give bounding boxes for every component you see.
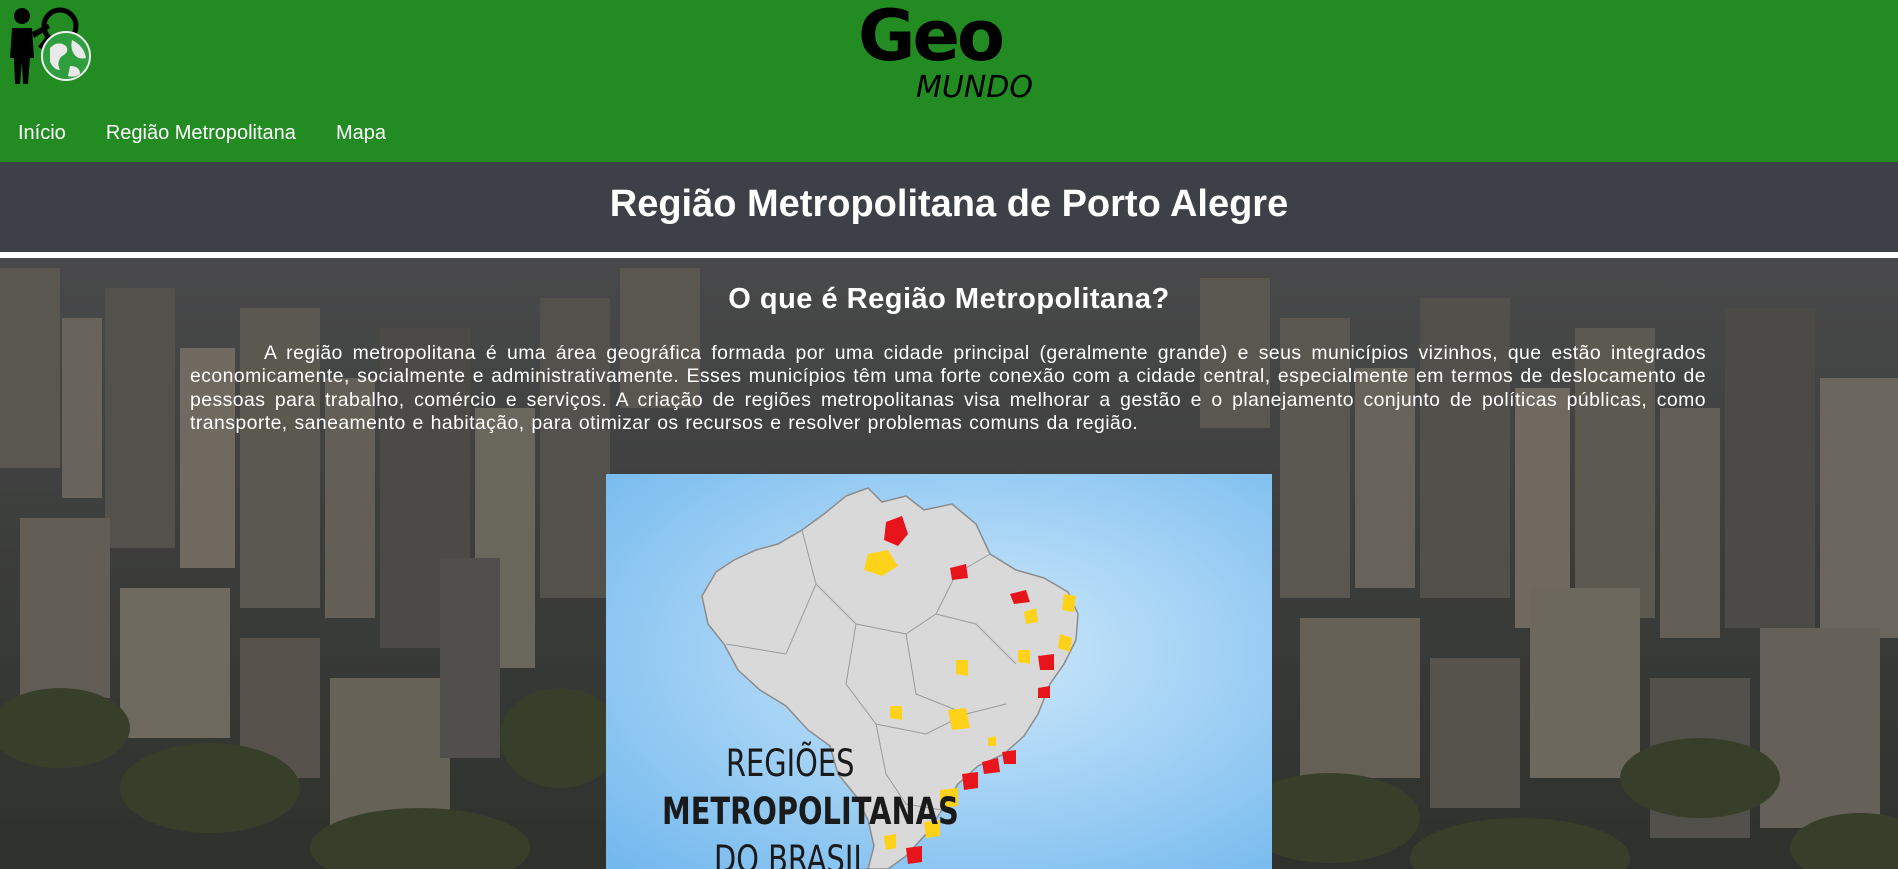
brand-sub-text: MUNDO (916, 70, 1033, 105)
brand-main-text: Geo (858, 0, 1005, 77)
map-caption-line-1: REGIÕES (726, 742, 855, 785)
nav-link-mapa[interactable]: Mapa (336, 122, 386, 145)
main-nav: Início Região Metropolitana Mapa (0, 118, 408, 148)
geo-explorer-logo-icon[interactable] (4, 4, 92, 88)
section-paragraph: A região metropolitana é uma área geográ… (190, 342, 1706, 434)
nav-link-inicio[interactable]: Início (18, 122, 66, 145)
nav-link-regiao-metropolitana[interactable]: Região Metropolitana (106, 122, 296, 145)
site-header: Geo MUNDO Início Região Metropolitana Ma… (0, 0, 1898, 162)
brand-logo[interactable]: Geo MUNDO (858, 0, 1048, 110)
map-caption: REGIÕES METROPOLITANAS DO BRASIL (606, 474, 1272, 869)
page-title-band: Região Metropolitana de Porto Alegre (0, 162, 1898, 252)
main-content: O que é Região Metropolitana? A região m… (0, 258, 1898, 869)
brazil-metro-regions-map-image: REGIÕES METROPOLITANAS DO BRASIL (606, 474, 1272, 869)
page-title: Região Metropolitana de Porto Alegre (609, 183, 1289, 225)
section-heading: O que é Região Metropolitana? (728, 283, 1170, 315)
map-caption-line-3: DO BRASIL (714, 838, 870, 869)
map-caption-line-2: METROPOLITANAS (662, 790, 959, 833)
